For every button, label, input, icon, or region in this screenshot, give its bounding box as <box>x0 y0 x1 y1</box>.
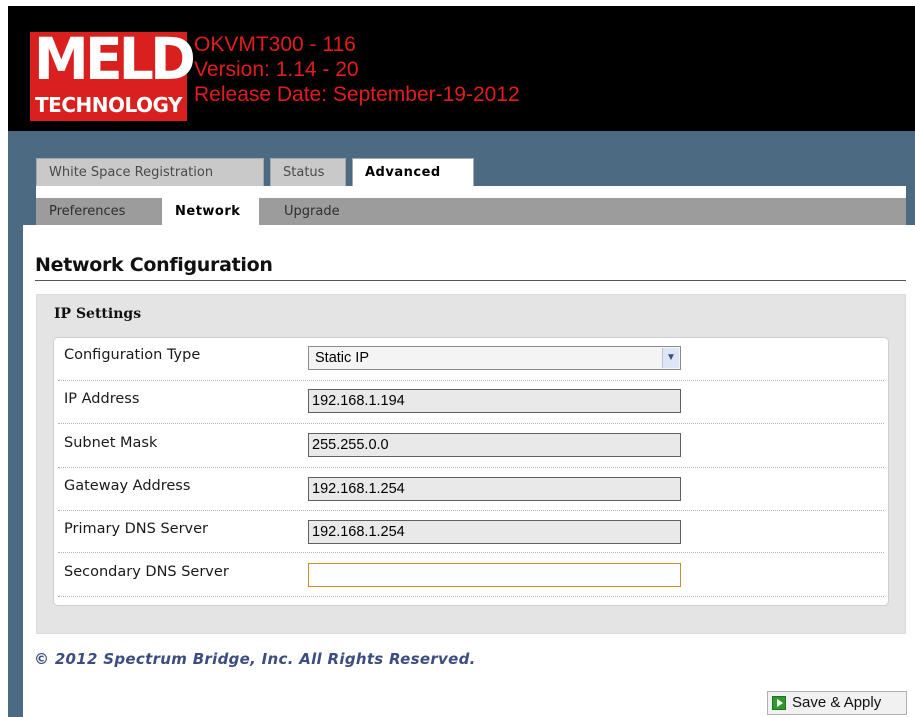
configuration-type-select[interactable]: Static IP ▼ <box>308 346 681 370</box>
page-title: Network Configuration <box>35 254 273 276</box>
play-icon <box>772 696 786 710</box>
device-info: OKVMT300 - 116 Version: 1.14 - 20 Releas… <box>194 32 520 107</box>
tab-white-space-registration[interactable]: White Space Registration <box>36 158 264 186</box>
ip-address-label: IP Address <box>64 391 140 407</box>
sub-navigation: Preferences Network Upgrade <box>36 198 906 225</box>
save-apply-button[interactable]: Save & Apply <box>767 691 907 715</box>
primary-dns-input[interactable]: 192.168.1.254 <box>308 520 681 544</box>
gateway-address-input[interactable]: 192.168.1.254 <box>308 477 681 501</box>
chevron-down-icon[interactable]: ▼ <box>662 348 679 368</box>
release-date: Release Date: September-19-2012 <box>194 83 520 106</box>
row-divider <box>58 467 884 468</box>
meld-logo: MELD TECHNOLOGY <box>30 26 196 121</box>
tab-advanced[interactable]: Advanced <box>352 158 474 186</box>
subtab-preferences[interactable]: Preferences <box>36 198 156 225</box>
subtab-upgrade[interactable]: Upgrade <box>271 198 351 225</box>
device-name: OKVMT300 - 116 <box>194 33 356 56</box>
tab-strip <box>36 186 906 198</box>
logo-text: MELD <box>33 25 196 93</box>
row-divider <box>58 596 884 597</box>
subnet-mask-input[interactable]: 255.255.0.0 <box>308 433 681 457</box>
tab-status[interactable]: Status <box>270 158 346 186</box>
copyright-footer: © 2012 Spectrum Bridge, Inc. All Rights … <box>34 650 476 668</box>
secondary-dns-input[interactable] <box>308 563 681 587</box>
app-header: MELD TECHNOLOGY OKVMT300 - 116 Version: … <box>8 6 915 131</box>
configuration-type-label: Configuration Type <box>64 347 201 363</box>
row-divider <box>58 423 884 424</box>
title-divider <box>35 280 906 281</box>
primary-dns-label: Primary DNS Server <box>64 521 209 537</box>
secondary-dns-label: Secondary DNS Server <box>64 564 229 580</box>
row-divider <box>58 510 884 511</box>
version-info: Version: 1.14 - 20 <box>194 58 359 81</box>
ip-address-input[interactable]: 192.168.1.194 <box>308 389 681 413</box>
configuration-type-value: Static IP <box>315 350 369 366</box>
subtab-network[interactable]: Network <box>162 198 259 225</box>
row-divider <box>58 552 884 553</box>
gateway-address-label: Gateway Address <box>64 478 191 494</box>
logo-subtext: TECHNOLOGY <box>35 93 182 117</box>
subnet-mask-label: Subnet Mask <box>64 435 158 451</box>
save-apply-label: Save & Apply <box>792 694 882 711</box>
section-title: IP Settings <box>54 306 142 322</box>
row-divider <box>58 380 884 381</box>
